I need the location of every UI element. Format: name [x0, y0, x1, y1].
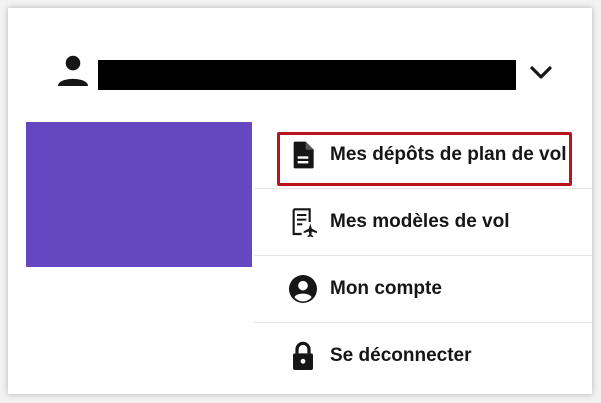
menu-item-label: Se déconnecter: [330, 345, 472, 366]
menu-item-label: Mes modèles de vol: [330, 211, 510, 232]
account-circle-icon: [289, 275, 317, 303]
user-menu-toggle[interactable]: [8, 8, 592, 126]
document-icon: [293, 141, 314, 169]
menu-item-flight-plan-filings[interactable]: Mes dépôts de plan de vol: [254, 122, 592, 189]
lock-icon: [293, 341, 313, 370]
account-dropdown-panel: Mes dépôts de plan de vol Mes modèles de…: [8, 8, 592, 394]
username-redacted: [98, 60, 516, 90]
menu-item-label: Mon compte: [330, 278, 442, 299]
menu-item-flight-templates[interactable]: Mes modèles de vol: [254, 189, 592, 256]
chevron-down-icon[interactable]: [528, 63, 554, 83]
menu-item-label: Mes dépôts de plan de vol: [330, 144, 567, 165]
menu-item-logout[interactable]: Se déconnecter: [254, 323, 592, 389]
page-background-block: [26, 122, 252, 267]
user-icon: [57, 55, 89, 87]
menu-item-my-account[interactable]: Mon compte: [254, 256, 592, 323]
flight-template-icon: [292, 208, 317, 238]
user-dropdown-menu: Mes dépôts de plan de vol Mes modèles de…: [254, 122, 592, 394]
